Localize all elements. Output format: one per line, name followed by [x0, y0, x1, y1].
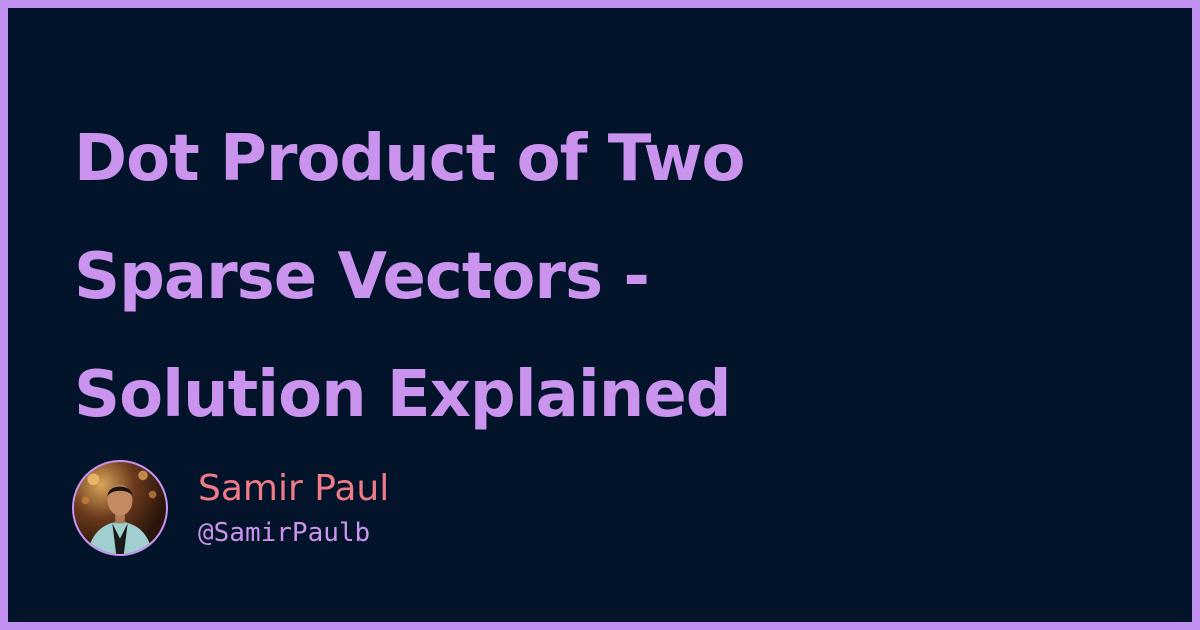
- title-line-2: Sparse Vectors -: [74, 240, 650, 314]
- avatar-photo-icon: [81, 470, 157, 554]
- author-handle: @SamirPaulb: [198, 518, 371, 548]
- social-card: Dot Product of Two Sparse Vectors - Solu…: [8, 8, 1192, 622]
- author-name: Samir Paul: [198, 468, 390, 509]
- page-title: Dot Product of Two Sparse Vectors - Solu…: [74, 100, 1134, 454]
- title-line-3: Solution Explained: [74, 358, 732, 432]
- avatar: [72, 460, 168, 556]
- title-line-1: Dot Product of Two: [74, 122, 745, 196]
- author-block: Samir Paul @SamirPaulb: [72, 458, 389, 558]
